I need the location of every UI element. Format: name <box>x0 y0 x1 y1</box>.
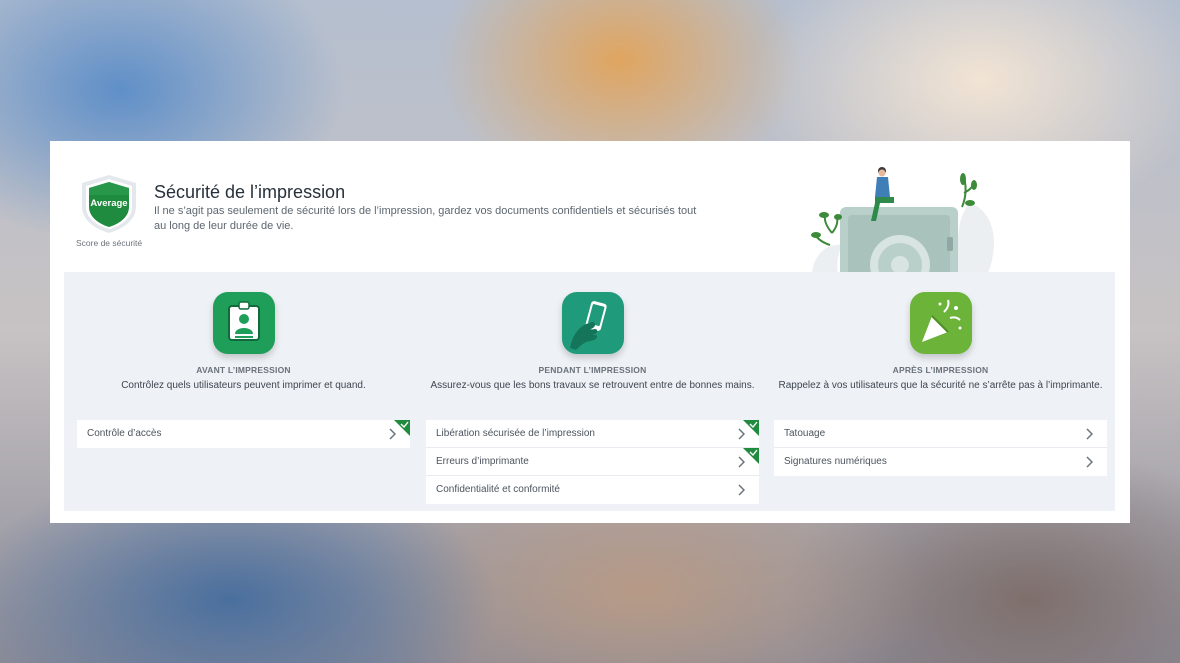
security-score-caption: Score de sécurité <box>76 238 143 248</box>
feature-digital-signatures[interactable]: Signatures numériques <box>774 448 1107 476</box>
feature-list: Contrôle d’accès <box>77 420 410 448</box>
feature-secure-release[interactable]: Libération sécurisée de l’impression <box>426 420 759 448</box>
feature-label: Contrôle d’accès <box>87 428 162 439</box>
chevron-right-icon <box>738 484 745 496</box>
feature-label: Erreurs d’imprimante <box>436 456 529 467</box>
chevron-right-icon <box>1086 456 1093 468</box>
party-popper-icon <box>910 292 972 354</box>
checked-corner-icon <box>394 420 410 436</box>
column-title: PENDANT L’IMPRESSION <box>538 365 647 375</box>
safe-illustration <box>811 167 994 273</box>
feature-access-control[interactable]: Contrôle d’accès <box>77 420 410 448</box>
security-panel: Average Score de sécurité Sécurité de l’… <box>50 141 1130 523</box>
phone-in-hand-icon <box>562 292 624 354</box>
feature-watermark[interactable]: Tatouage <box>774 420 1107 448</box>
page-subtitle: Il ne s’agit pas seulement de sécurité l… <box>154 205 697 232</box>
column-description: Contrôlez quels utilisateurs peuvent imp… <box>121 380 366 391</box>
feature-label: Signatures numériques <box>784 456 887 467</box>
feature-list: Tatouage Signatures numériques <box>774 420 1107 476</box>
checked-corner-icon <box>743 420 759 436</box>
security-stages: AVANT L’IMPRESSION Contrôlez quels utili… <box>64 272 1115 511</box>
page-title: Sécurité de l’impression <box>154 182 346 202</box>
feature-privacy-compliance[interactable]: Confidentialité et conformité <box>426 476 759 504</box>
security-score: Average Score de sécurité <box>76 173 142 248</box>
feature-printer-errors[interactable]: Erreurs d’imprimante <box>426 448 759 476</box>
chevron-right-icon <box>1086 428 1093 440</box>
feature-label: Tatouage <box>784 428 826 439</box>
feature-label: Confidentialité et conformité <box>436 484 560 495</box>
id-badge-icon <box>213 292 275 354</box>
checked-corner-icon <box>743 448 759 464</box>
column-description: Assurez-vous que les bons travaux se ret… <box>430 380 755 391</box>
feature-label: Libération sécurisée de l’impression <box>436 428 595 439</box>
column-description: Rappelez à vos utilisateurs que la sécur… <box>778 380 1103 391</box>
feature-list: Libération sécurisée de l’impression Err… <box>426 420 759 504</box>
security-score-level: Average <box>90 198 128 209</box>
column-title: APRÈS L’IMPRESSION <box>892 365 989 375</box>
column-title: AVANT L’IMPRESSION <box>196 365 291 375</box>
